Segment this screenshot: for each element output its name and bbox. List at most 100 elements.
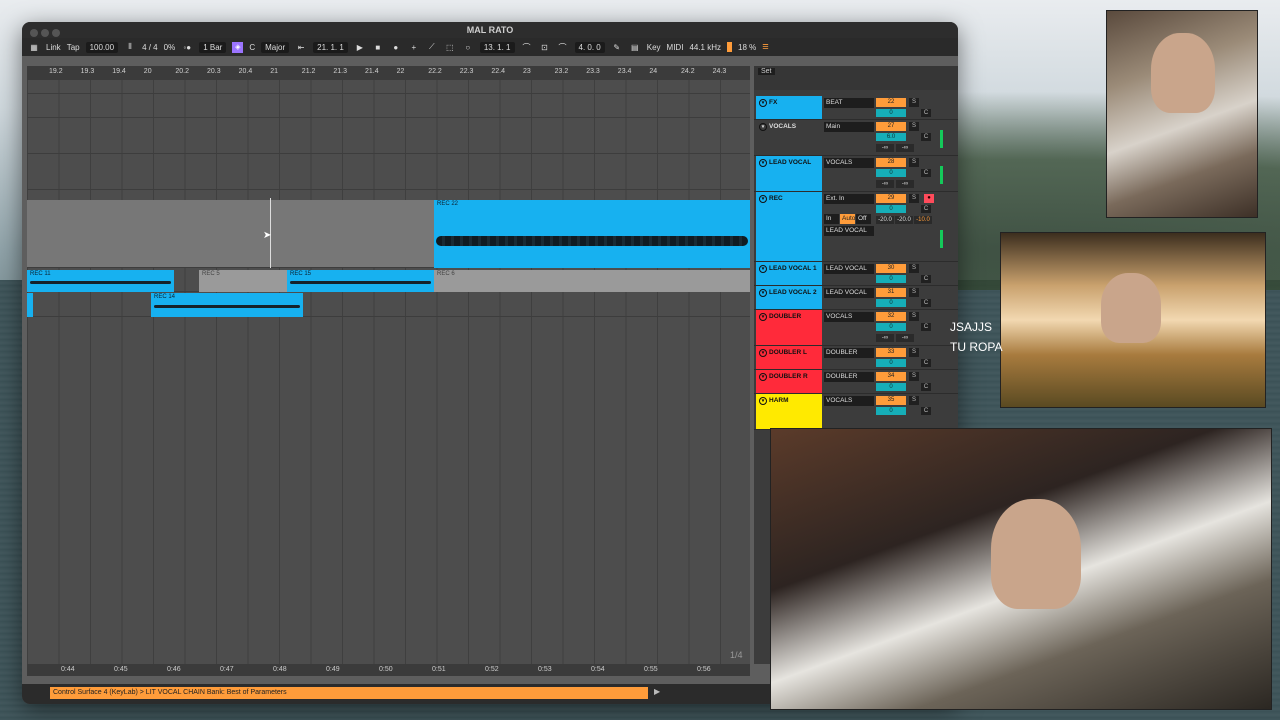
audio-clip[interactable] bbox=[27, 293, 33, 317]
arrangement-view-icon[interactable]: ▦ bbox=[28, 42, 40, 52]
set-button[interactable]: Set bbox=[758, 68, 775, 75]
track-activator[interactable]: 35 bbox=[876, 396, 906, 405]
fold-icon[interactable]: ▾ bbox=[759, 159, 767, 167]
loop-switch-icon[interactable]: ⊡ bbox=[539, 42, 551, 52]
center-button[interactable]: C bbox=[921, 359, 931, 367]
monitor-in-button[interactable]: In bbox=[824, 214, 839, 224]
track-name-header[interactable]: ▾ DOUBLER L bbox=[756, 346, 822, 369]
track-name-header[interactable]: ▾ LEAD VOCAL bbox=[756, 156, 822, 191]
loop-length-field[interactable]: 4. 0. 0 bbox=[574, 41, 605, 53]
track-lane[interactable] bbox=[27, 80, 750, 94]
audio-clip[interactable]: REC 15 bbox=[287, 270, 434, 292]
solo-button[interactable]: S bbox=[909, 98, 919, 107]
track-name-header[interactable]: ▾ FX bbox=[756, 96, 822, 119]
capture-icon[interactable]: ⬚ bbox=[444, 42, 456, 52]
mixer-track[interactable]: ▾ DOUBLER VOCALS 32 0 S C -∞ -∞ bbox=[754, 310, 958, 346]
audio-clip[interactable]: REC 5 bbox=[199, 270, 287, 292]
menu-lines-icon[interactable]: ≡ bbox=[762, 41, 768, 53]
arrangement-view[interactable]: REC 22 REC 11 REC 5 REC 15 REC 6 REC 14 … bbox=[27, 80, 750, 664]
track-activator[interactable]: 27 bbox=[876, 122, 906, 131]
punch-out-icon[interactable]: ⌒ bbox=[557, 42, 569, 52]
fold-icon[interactable]: ▾ bbox=[759, 397, 767, 405]
track-name-header[interactable]: ▾ LEAD VOCAL 1 bbox=[756, 262, 822, 285]
center-button[interactable]: C bbox=[921, 109, 931, 117]
mixer-track[interactable]: ▾ LEAD VOCAL 1 LEAD VOCAL 30 0 S C bbox=[754, 262, 958, 286]
fold-icon[interactable]: ▾ bbox=[759, 265, 767, 273]
audio-clip[interactable]: REC 6 bbox=[434, 270, 750, 292]
mixer-track[interactable]: ▾ HARM VOCALS 35 0 S C bbox=[754, 394, 958, 430]
output-route-select[interactable]: VOCALS bbox=[824, 312, 874, 322]
center-button[interactable]: C bbox=[921, 323, 931, 331]
fold-icon[interactable]: ▾ bbox=[759, 123, 767, 131]
track-lane[interactable] bbox=[27, 154, 750, 190]
audio-clip[interactable]: REC 11 bbox=[27, 270, 174, 292]
solo-button[interactable]: S bbox=[909, 312, 919, 321]
input-channel-select[interactable]: LEAD VOCAL bbox=[824, 226, 874, 236]
lead-vocal-2-lane[interactable]: REC 14 bbox=[27, 293, 750, 317]
track-activator[interactable]: 30 bbox=[876, 264, 906, 273]
song-position-field[interactable]: 21. 1. 1 bbox=[313, 41, 348, 53]
loop-icon[interactable]: ○ bbox=[462, 42, 474, 52]
track-name-header[interactable]: ▾ VOCALS bbox=[756, 120, 822, 155]
link-button[interactable]: Link bbox=[46, 43, 61, 52]
fold-icon[interactable]: ▾ bbox=[759, 289, 767, 297]
pan-knob[interactable]: 0 bbox=[876, 383, 906, 391]
pan-knob[interactable]: 0 bbox=[876, 169, 906, 177]
fold-icon[interactable]: ▾ bbox=[759, 313, 767, 321]
center-button[interactable]: C bbox=[921, 407, 931, 415]
track-activator[interactable]: 33 bbox=[876, 348, 906, 357]
pan-knob[interactable]: 0 bbox=[876, 359, 906, 367]
volume-field[interactable]: -10.0 bbox=[914, 216, 932, 224]
keyboard-icon[interactable]: ▤ bbox=[629, 42, 641, 52]
volume-field[interactable]: -∞ bbox=[896, 180, 914, 188]
center-button[interactable]: C bbox=[921, 275, 931, 283]
output-route-select[interactable]: Main bbox=[824, 122, 874, 132]
output-route-select[interactable]: LEAD VOCAL bbox=[824, 264, 874, 274]
volume-field[interactable]: -20.0 bbox=[895, 216, 913, 224]
pan-knob[interactable]: 0 bbox=[876, 275, 906, 283]
stop-icon[interactable]: ■ bbox=[372, 42, 384, 52]
volume-field[interactable]: -∞ bbox=[896, 144, 914, 152]
solo-button[interactable]: S bbox=[909, 158, 919, 167]
audio-clip[interactable]: REC 14 bbox=[151, 293, 303, 317]
track-lane[interactable] bbox=[27, 94, 750, 118]
scale-mode-icon[interactable]: ◈ bbox=[232, 41, 244, 53]
solo-button[interactable]: S bbox=[909, 288, 919, 297]
mixer-track[interactable]: ▾ DOUBLER L DOUBLER 33 0 S C bbox=[754, 346, 958, 370]
pan-knob[interactable]: 6.0 bbox=[876, 133, 906, 141]
follow-icon[interactable]: ⇤ bbox=[295, 42, 307, 52]
solo-button[interactable]: S bbox=[909, 122, 919, 131]
record-arm-icon[interactable]: ● bbox=[924, 194, 934, 203]
output-route-select[interactable]: LEAD VOCAL bbox=[824, 288, 874, 298]
track-name-header[interactable]: ▾ LEAD VOCAL 2 bbox=[756, 286, 822, 309]
midi-map-button[interactable]: MIDI bbox=[667, 43, 684, 52]
audio-clip[interactable]: REC 22 bbox=[434, 200, 750, 268]
mixer-track[interactable]: ▾ FX BEAT 22 0 S C bbox=[754, 96, 958, 120]
track-activator[interactable]: 29 bbox=[876, 194, 906, 203]
tap-button[interactable]: Tap bbox=[67, 43, 80, 52]
monitor-auto-button[interactable]: Auto bbox=[840, 214, 855, 224]
key-select[interactable]: C bbox=[249, 43, 255, 52]
mixer-track[interactable]: ▾ LEAD VOCAL 2 LEAD VOCAL 31 0 S C bbox=[754, 286, 958, 310]
track-name-header[interactable]: ▾ REC bbox=[756, 192, 822, 261]
play-icon[interactable]: ▶ bbox=[354, 42, 366, 52]
time-ruler[interactable]: 0:44 0:45 0:46 0:47 0:48 0:49 0:50 0:51 0:52 0:53… bbox=[27, 664, 750, 676]
center-button[interactable]: C bbox=[921, 383, 931, 391]
rec-track-lane[interactable]: REC 22 bbox=[27, 200, 750, 268]
track-activator[interactable]: 34 bbox=[876, 372, 906, 381]
solo-button[interactable]: S bbox=[909, 372, 919, 381]
mixer-track[interactable]: ▾ REC Ext. In 29 0 S C ● LEAD VOCAL In Auto Off -20.… bbox=[754, 192, 958, 262]
quantize-select[interactable]: 1 Bar bbox=[199, 41, 227, 53]
track-lane[interactable] bbox=[27, 118, 750, 154]
center-button[interactable]: C bbox=[921, 299, 931, 307]
output-route-select[interactable]: BEAT bbox=[824, 98, 874, 108]
scale-select[interactable]: Major bbox=[261, 41, 290, 53]
center-button[interactable]: C bbox=[921, 169, 931, 177]
lead-vocal-1-lane[interactable]: REC 11 REC 5 REC 15 REC 6 bbox=[27, 270, 750, 292]
pan-knob[interactable]: 0 bbox=[876, 205, 906, 213]
volume-field[interactable]: -∞ bbox=[876, 180, 894, 188]
draw-mode-icon[interactable]: ✎ bbox=[611, 42, 623, 52]
volume-field[interactable]: -∞ bbox=[876, 144, 894, 152]
punch-in-icon[interactable]: ⌒ bbox=[521, 42, 533, 52]
mixer-track[interactable]: ▾ LEAD VOCAL VOCALS 28 0 S C -∞ -∞ bbox=[754, 156, 958, 192]
